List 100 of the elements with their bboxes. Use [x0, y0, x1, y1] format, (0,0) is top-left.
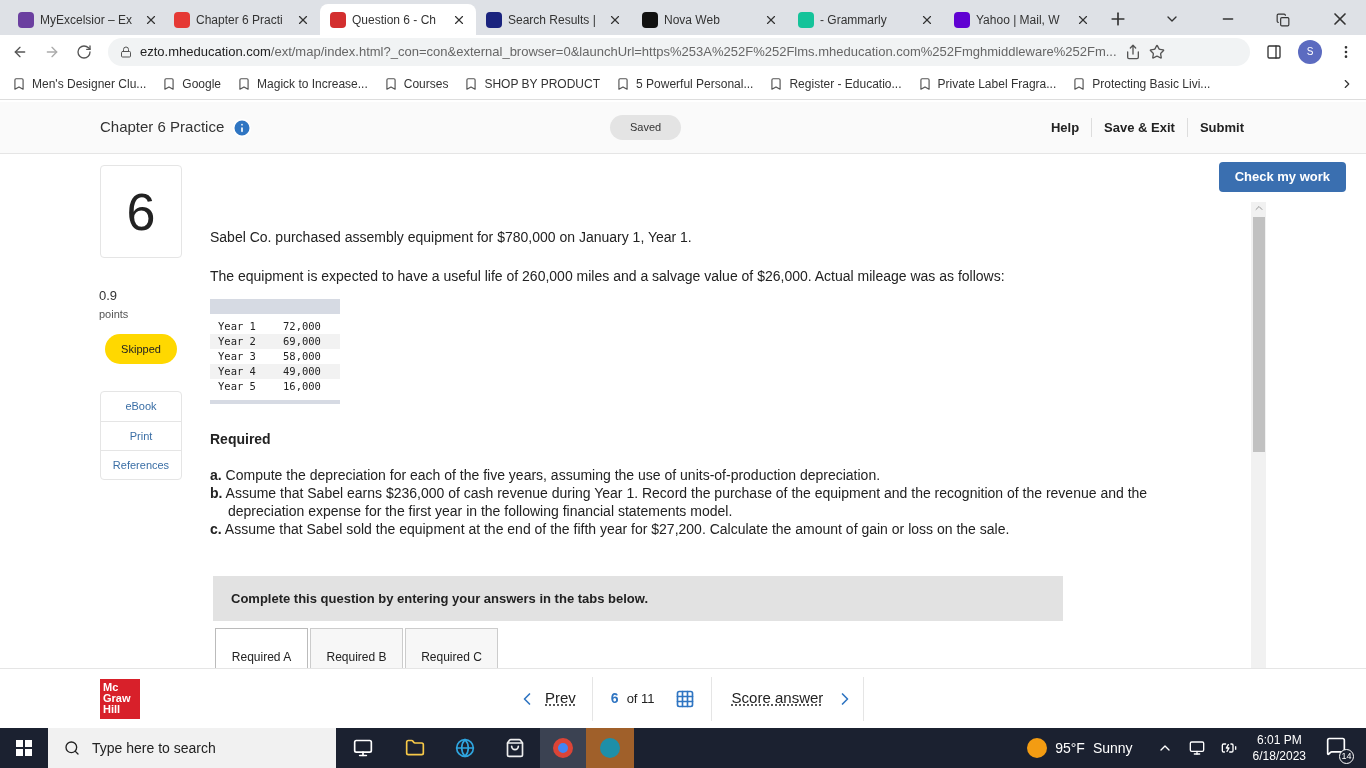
bookmark[interactable]: Protecting Basic Livi...	[1072, 74, 1211, 93]
clock-time: 6:01 PM	[1256, 732, 1302, 748]
share-icon[interactable]	[1124, 43, 1141, 60]
bookmark[interactable]: Courses	[383, 74, 449, 93]
reload-icon[interactable]	[76, 43, 92, 60]
address-bar[interactable]: ezto.mheducation.com/ext/map/index.html?_con=con&external_browser=0&launchUrl=https%253A%252F%252Flms.mheducation.com%252Fmghmiddleware%252Fm...	[108, 37, 1250, 66]
tab-title: Question 6 - Ch	[352, 11, 437, 29]
bookmark-icon	[616, 76, 631, 91]
bookmark[interactable]: Private Label Fragra...	[917, 74, 1057, 93]
grid-icon[interactable]	[674, 688, 695, 709]
points-label: points	[99, 306, 129, 322]
side-link[interactable]: Print	[101, 421, 181, 450]
bookmark-icon	[383, 76, 398, 91]
site-icon	[18, 11, 34, 28]
weather-text: Sunny	[1092, 738, 1133, 758]
store-icon[interactable]	[505, 738, 525, 758]
bookmark[interactable]: Google	[162, 74, 222, 93]
info-icon[interactable]	[232, 117, 253, 138]
temperature: 95°F	[1055, 738, 1085, 758]
status-badge: Skipped	[105, 334, 177, 364]
year-cell-text: Year 4	[218, 363, 257, 379]
side-panel-icon[interactable]	[1266, 43, 1282, 60]
site-icon	[486, 11, 502, 28]
miles-cell-text: 49,000	[283, 363, 321, 379]
year-cell-text: Year 1	[218, 318, 257, 334]
header-link[interactable]: Save & Exit	[1091, 117, 1187, 138]
tab-title: Chapter 6 Practi	[196, 11, 283, 29]
search-icon	[64, 740, 80, 756]
requirement-text: b. Assume that Sabel earns $236,000 of cash revenue during Year 1. Record the purchase of the equipment and the recognition of the revenue and the depreciation expense for the first year in the following financial statements model.	[210, 484, 1149, 520]
bookmark-icon	[464, 76, 479, 91]
site-icon	[330, 11, 346, 28]
site-icon	[174, 11, 190, 28]
bookmark[interactable]: 5 Powerful Personal...	[616, 74, 754, 93]
file-explorer-icon[interactable]	[405, 738, 425, 758]
bookmark-icon	[769, 76, 784, 91]
year-cell-text: Year 2	[218, 333, 257, 349]
clock-date: 6/18/2023	[1252, 748, 1306, 764]
star-icon[interactable]	[1148, 43, 1165, 60]
bookmark[interactable]: Register - Educatio...	[769, 74, 902, 93]
points-value: 0.9	[99, 287, 119, 305]
answer-tab[interactable]: Required A	[215, 628, 308, 668]
tab-title: Nova Web	[664, 11, 720, 29]
tab-title: MyExcelsior – Ex	[40, 11, 133, 29]
url-text: ezto.mheducation.com/ext/map/index.html?_con=con&external_browser=0&launchUrl=https%253A%252F%252Flms.mheducation.com%252Fmghmiddleware%252Fm...	[140, 42, 1117, 61]
battery-icon[interactable]	[1220, 740, 1237, 756]
side-link[interactable]: eBook	[101, 392, 181, 421]
scrollbar[interactable]	[1251, 202, 1266, 668]
sun-icon	[1027, 738, 1048, 758]
saved-status: Saved	[610, 115, 682, 140]
browser-tab[interactable]: Question 6 - Ch	[320, 4, 476, 35]
tab-title: Yahoo | Mail, W	[976, 11, 1060, 29]
publisher-logo: Mc Graw Hill	[100, 678, 140, 719]
intro-text: Sabel Co. purchased assembly equipment for $780,000 on January 1, Year 1.	[210, 228, 693, 247]
browser-tab[interactable]: Chapter 6 Practi	[164, 4, 320, 35]
restore-icon[interactable]	[1276, 13, 1290, 27]
miles-cell-text: 72,000	[283, 318, 321, 334]
question-number-card: 6	[100, 165, 182, 258]
page-total: of 11	[626, 689, 655, 708]
lock-icon	[120, 45, 132, 58]
browser-tab[interactable]: Yahoo | Mail, W	[944, 4, 1100, 35]
miles-cell-text: 69,000	[283, 333, 321, 349]
answer-tab[interactable]: Required C	[405, 628, 498, 668]
score-answer-link[interactable]: Score answer	[710, 676, 865, 721]
bookmark[interactable]: SHOP BY PRODUCT	[464, 74, 601, 93]
page-current: 6	[610, 689, 619, 708]
requirement-text: a. Compute the depreciation for each of the five years, assuming the use of units-of-production depreciation.	[210, 466, 882, 484]
required-heading: Required	[210, 430, 272, 449]
header-link[interactable]: Help	[1038, 117, 1092, 138]
tab-title: - Grammarly	[820, 11, 887, 29]
bookmark-icon	[12, 76, 26, 91]
miles-cell-text: 58,000	[283, 348, 321, 364]
bookmark[interactable]: Magick to Increase...	[237, 74, 368, 93]
header-link[interactable]: Submit	[1186, 117, 1256, 138]
bookmark[interactable]: Men's Designer Clu...	[12, 74, 147, 93]
prev-link[interactable]: Prev	[517, 676, 593, 721]
bookmark-icon	[162, 76, 177, 91]
bookmark-icon	[917, 76, 932, 91]
site-icon	[954, 11, 970, 28]
check-my-work-button[interactable]: Check my work	[1218, 162, 1346, 192]
year-cell-text: Year 5	[218, 378, 257, 394]
browser-tab[interactable]: - Grammarly	[788, 4, 944, 35]
notification-count: 14	[1339, 749, 1354, 764]
side-link[interactable]: References	[101, 450, 181, 479]
site-icon	[798, 11, 814, 28]
browser-tab[interactable]: Search Results |	[476, 4, 632, 35]
profile-avatar[interactable]: S	[1298, 39, 1322, 64]
intro-text: The equipment is expected to have a useful life of 260,000 miles and a salvage value of $26,000. Actual mileage was as follows:	[210, 267, 1006, 286]
instruction-banner: Complete this question by entering your answers in the tabs below.	[213, 576, 1063, 621]
answer-tab[interactable]: Required B	[310, 628, 403, 668]
miles-cell-text: 16,000	[283, 378, 321, 394]
browser-tab[interactable]: MyExcelsior – Ex	[8, 4, 164, 35]
assignment-title: Chapter 6 Practice	[100, 117, 225, 138]
requirement-text: c. Assume that Sabel sold the equipment at the end of the fifth year for $27,200. Calculate the amount of gain or loss on the sale.	[210, 520, 1011, 538]
tab-title: Search Results |	[508, 11, 596, 29]
bookmark-icon	[237, 76, 252, 91]
year-cell-text: Year 3	[218, 348, 257, 364]
bookmark-icon	[1072, 76, 1087, 91]
taskbar-search-field[interactable]: Type here to search	[48, 728, 336, 768]
browser-tab[interactable]: Nova Web	[632, 4, 788, 35]
site-icon	[642, 11, 658, 28]
